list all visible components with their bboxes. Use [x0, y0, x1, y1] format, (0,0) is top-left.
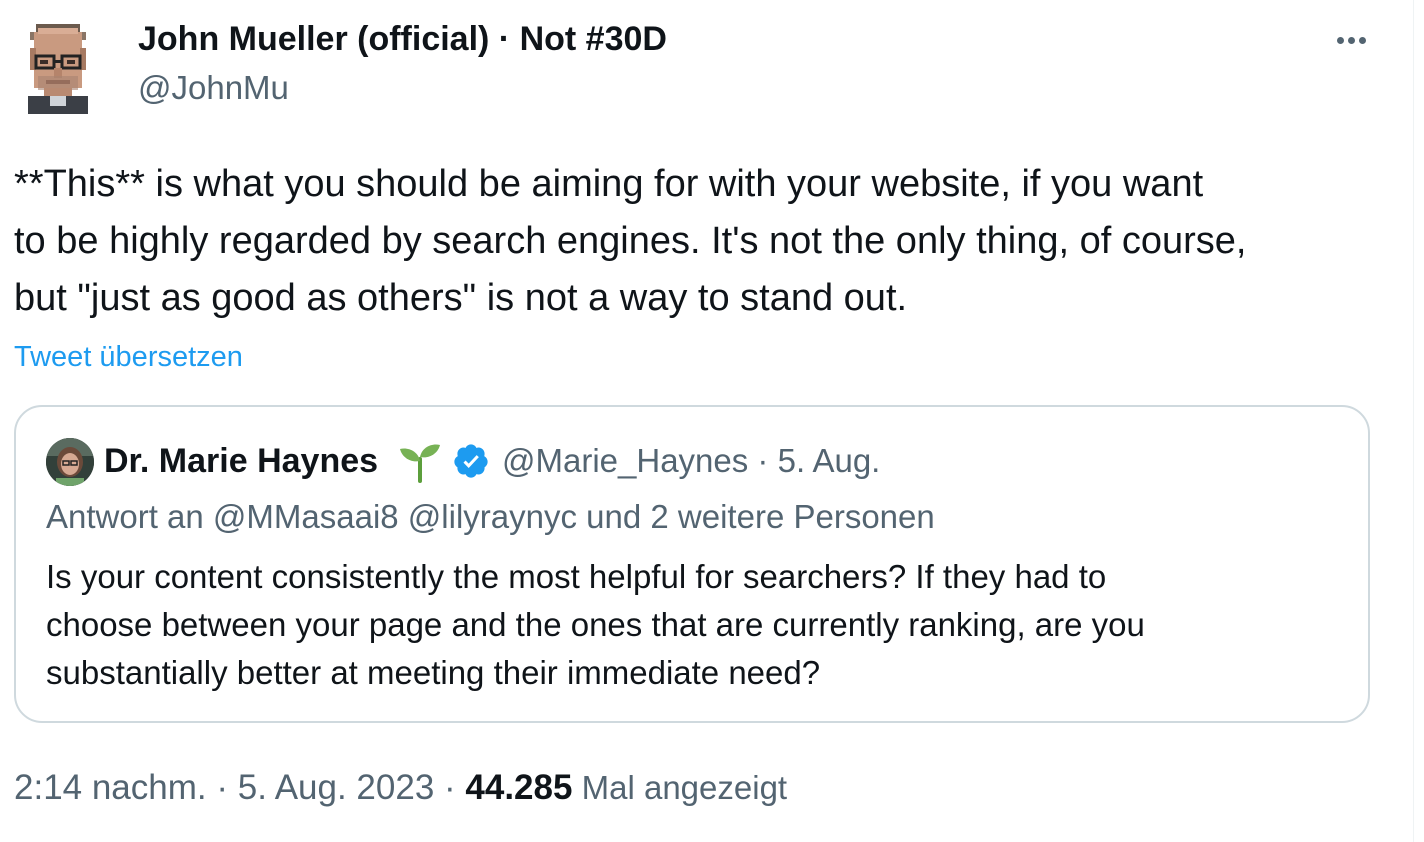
translate-tweet-link[interactable]: Tweet übersetzen: [14, 338, 243, 376]
quote-handle-date: @Marie_Haynes · 5. Aug.: [502, 442, 881, 479]
more-dots-icon: [1347, 36, 1355, 44]
tweet-text: **This** is what you should be aiming fo…: [14, 163, 1247, 319]
quote-text: Is your content consistently the most he…: [46, 558, 1145, 691]
quote-author-avatar[interactable]: [46, 438, 94, 486]
author-name[interactable]: John Mueller (official) · Not #30D: [138, 18, 667, 60]
tweet-container: John Mueller (official) · Not #30D @John…: [0, 0, 1412, 842]
portrait-photo-icon: [46, 438, 94, 486]
seedling-icon: [400, 444, 440, 483]
verified-badge-icon: [454, 444, 488, 478]
pixel-portrait-avatar-icon: [28, 24, 88, 114]
author-handle[interactable]: @JohnMu: [138, 67, 289, 109]
quote-reply-context: Antwort an @MMasaai8 @lilyraynyc und 2 w…: [46, 498, 935, 535]
tweet-metadata: 2:14 nachm. · 5. Aug. 2023 · 44.285 Mal …: [14, 766, 787, 810]
view-count-label: Mal angezeigt: [572, 769, 788, 806]
more-dots-icon: [1358, 36, 1366, 44]
quote-author-name: Dr. Marie Haynes: [104, 442, 379, 480]
more-options-button[interactable]: [1326, 22, 1376, 58]
tweet-timestamp[interactable]: 2:14 nachm. · 5. Aug. 2023 ·: [14, 768, 465, 807]
more-dots-icon: [1336, 36, 1344, 44]
scrollbar-track[interactable]: [1413, 0, 1424, 842]
author-avatar[interactable]: [22, 18, 94, 114]
quoted-tweet[interactable]: Dr. Marie Haynes @Marie_Haynes · 5. Aug.…: [14, 405, 1370, 723]
view-count[interactable]: 44.285: [465, 768, 572, 807]
